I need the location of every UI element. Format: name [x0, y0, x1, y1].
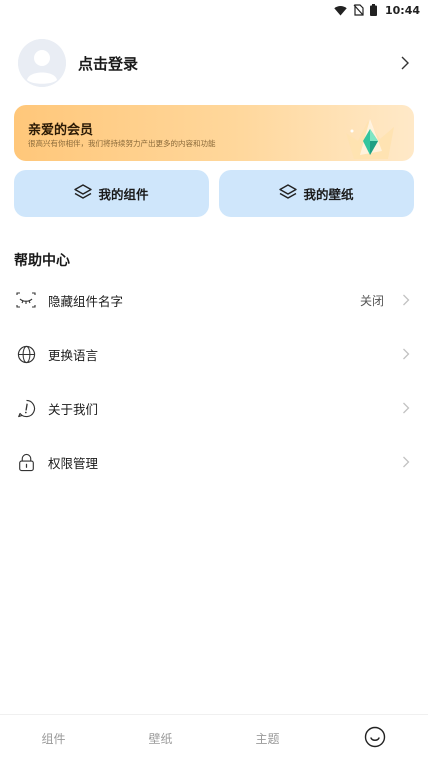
chevron-right-icon	[402, 453, 410, 472]
info-icon	[16, 398, 36, 418]
my-wallpapers-button[interactable]: 我的壁纸	[219, 170, 414, 217]
chevron-right-icon[interactable]	[400, 56, 410, 70]
login-label[interactable]: 点击登录	[78, 53, 400, 74]
bottom-nav: 组件 壁纸 主题	[0, 714, 428, 762]
menu-label: 隐藏组件名字	[48, 293, 124, 309]
no-sim-icon	[353, 4, 364, 16]
chevron-right-icon	[402, 291, 410, 310]
chevron-right-icon	[402, 399, 410, 418]
my-widgets-button[interactable]: 我的组件	[14, 170, 209, 217]
crown-gem-icon	[340, 111, 400, 161]
my-widgets-label: 我的组件	[98, 187, 149, 202]
smile-icon	[364, 726, 386, 751]
avatar[interactable]	[18, 39, 66, 87]
battery-icon	[369, 4, 377, 16]
status-time: 10:44	[384, 3, 420, 17]
status-bar: 10:44	[0, 0, 428, 20]
layers-icon	[279, 184, 298, 203]
vip-banner[interactable]: 亲爱的会员 很高兴有你相伴，我们将持续努力产出更多的内容和功能	[14, 105, 414, 161]
wifi-icon	[334, 5, 347, 16]
default-avatar-icon	[18, 39, 66, 87]
menu-label: 权限管理	[48, 455, 99, 471]
menu-item-permissions[interactable]: 权限管理	[0, 442, 428, 482]
menu-label: 更换语言	[48, 347, 99, 363]
vip-subtitle: 很高兴有你相伴，我们将持续努力产出更多的内容和功能	[28, 139, 216, 148]
menu-label: 关于我们	[48, 401, 99, 417]
menu-item-about-us[interactable]: 关于我们	[0, 388, 428, 428]
nav-wallpapers[interactable]: 壁纸	[107, 730, 214, 747]
help-center-title: 帮助中心	[14, 253, 70, 269]
menu-item-change-language[interactable]: 更换语言	[0, 334, 428, 374]
chevron-right-icon	[402, 345, 410, 364]
globe-icon	[16, 344, 36, 364]
vip-title: 亲爱的会员	[28, 123, 94, 138]
eye-closed-icon	[16, 290, 36, 310]
lock-icon	[16, 452, 36, 472]
app-screen: 10:44 点击登录 亲爱的会员 很高兴有你相伴，我们将持续努力产出更多的内容和…	[0, 0, 428, 762]
layers-icon	[74, 184, 93, 203]
nav-widgets[interactable]: 组件	[0, 730, 107, 747]
my-wallpapers-label: 我的壁纸	[303, 187, 354, 202]
nav-themes[interactable]: 主题	[214, 730, 321, 747]
profile-login-row[interactable]: 点击登录	[18, 38, 410, 88]
menu-value: 关闭	[359, 293, 384, 308]
nav-profile[interactable]	[321, 726, 428, 751]
menu-item-hide-widget-name[interactable]: 隐藏组件名字 关闭	[0, 280, 428, 320]
